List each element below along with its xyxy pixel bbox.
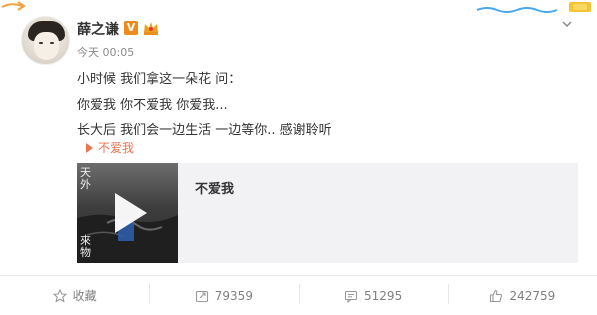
vip-crown-icon[interactable]	[142, 20, 160, 36]
comment-icon	[344, 290, 358, 303]
favorite-button[interactable]: 收藏	[0, 276, 149, 315]
play-triangle-icon	[86, 142, 93, 153]
repost-count: 79359	[214, 288, 253, 303]
decoration-arrow-icon	[1, 1, 26, 11]
music-card-title[interactable]: 不爱我	[195, 178, 234, 197]
post-text-line-1: 小时候 我们拿这一朵花 问：	[77, 72, 242, 87]
music-card[interactable]: 天外 來物 不爱我	[77, 163, 578, 263]
like-count: 242759	[509, 288, 556, 303]
post-text-line-2: 你爱我 你不爱我 你爱我...	[77, 98, 228, 113]
cover-text-top: 天外	[80, 166, 91, 191]
comment-count: 51295	[364, 288, 403, 303]
like-button[interactable]: 242759	[447, 276, 597, 315]
action-bar: 收藏 79359 51295 242759	[0, 276, 597, 315]
repost-icon	[195, 290, 208, 302]
comment-button[interactable]: 51295	[298, 276, 448, 315]
music-link[interactable]: 不爱我	[86, 139, 134, 156]
star-icon	[52, 288, 67, 303]
cover-text-bottom: 來物	[80, 234, 91, 259]
verified-badge-icon[interactable]: V	[124, 21, 138, 35]
weibo-post-card: 薛之谦 V 今天 00:05 小时候 我们拿这一朵花 问： 你爱我 你不爱我 你…	[0, 0, 597, 315]
avatar[interactable]	[21, 16, 70, 65]
post-time[interactable]: 今天 00:05	[77, 44, 134, 60]
thumbs-up-icon	[490, 289, 503, 302]
repost-button[interactable]: 79359	[149, 276, 298, 315]
album-cover[interactable]: 天外 來物	[77, 163, 178, 263]
music-link-label: 不爱我	[98, 141, 135, 155]
album-cover-art	[77, 163, 178, 263]
author-name[interactable]: 薛之谦	[77, 19, 119, 39]
chevron-down-icon[interactable]	[561, 18, 573, 30]
post-text-line-3: 长大后 我们会一边生活 一边等你.. 感谢聆听	[77, 123, 332, 138]
favorite-label: 收藏	[72, 289, 97, 303]
decoration-wave-icon	[477, 2, 591, 13]
